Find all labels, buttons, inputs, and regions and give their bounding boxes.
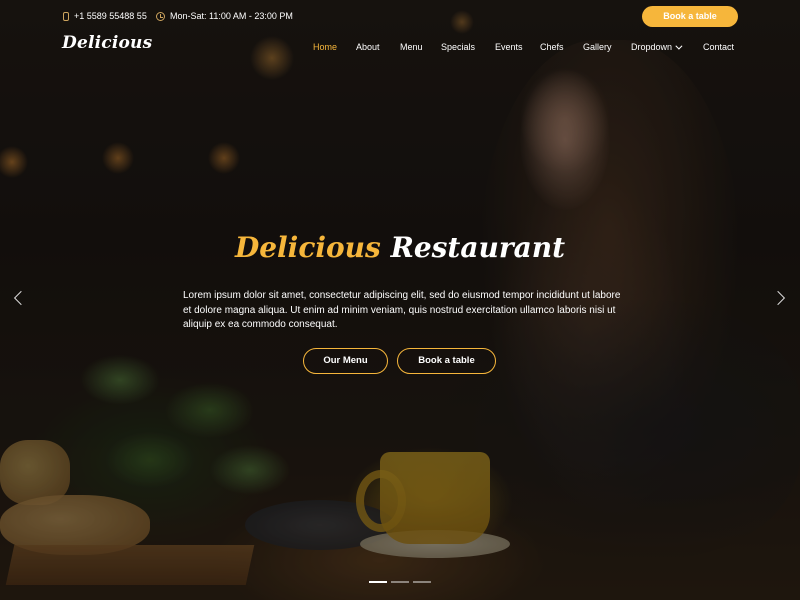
nav-events[interactable]: Events [495, 42, 523, 52]
hero-title-rest: Restaurant [390, 231, 566, 264]
clock-icon [156, 11, 165, 21]
our-menu-button[interactable]: Our Menu [303, 348, 388, 374]
hero-title-accent: Delicious [234, 231, 381, 264]
nav-menu[interactable]: Menu [400, 42, 423, 52]
phone-number: +1 5589 55488 55 [74, 11, 147, 21]
topbar: +1 5589 55488 55 Mon-Sat: 11:00 AM - 23:… [0, 0, 800, 34]
nav-home[interactable]: Home [313, 42, 337, 52]
hours-text: Mon-Sat: 11:00 AM - 23:00 PM [170, 11, 293, 21]
nav-dropdown[interactable]: Dropdown [631, 42, 683, 52]
nav-specials[interactable]: Specials [441, 42, 475, 52]
carousel-indicator-3[interactable] [413, 581, 431, 583]
phone-icon [63, 11, 69, 21]
nav-chefs[interactable]: Chefs [540, 42, 564, 52]
nav-contact[interactable]: Contact [703, 42, 734, 52]
hero-description: Lorem ipsum dolor sit amet, consectetur … [183, 290, 621, 331]
nav-dropdown-label: Dropdown [631, 42, 673, 52]
nav-gallery[interactable]: Gallery [583, 42, 612, 52]
book-table-button[interactable]: Book a table [397, 348, 496, 374]
hero-title: Delicious Restaurant [0, 231, 800, 264]
carousel-indicator-1[interactable] [369, 581, 387, 583]
hero-section: +1 5589 55488 55 Mon-Sat: 11:00 AM - 23:… [0, 0, 800, 600]
book-table-top-button[interactable]: Book a table [642, 6, 738, 27]
carousel-indicator-2[interactable] [391, 581, 409, 583]
opening-hours: Mon-Sat: 11:00 AM - 23:00 PM [156, 11, 293, 21]
carousel-indicators [369, 581, 431, 583]
site-logo[interactable]: Delicious [62, 33, 152, 53]
phone-contact: +1 5589 55488 55 [63, 11, 147, 21]
nav-about[interactable]: About [356, 42, 380, 52]
